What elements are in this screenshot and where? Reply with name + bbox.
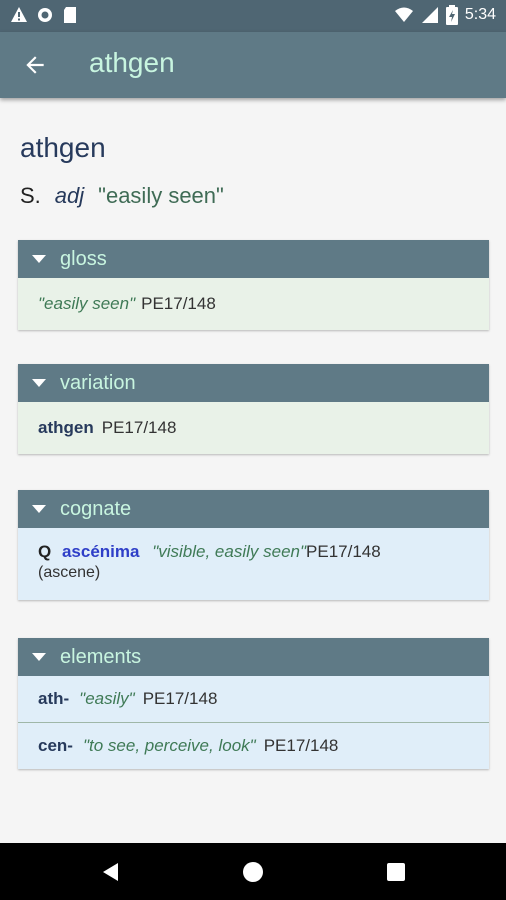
navigation-bar	[0, 843, 506, 900]
variation-section-label: variation	[60, 371, 136, 394]
variation-row: athgen PE17/148	[18, 402, 489, 454]
gloss-reference[interactable]: PE17/148	[141, 294, 216, 314]
element-reference[interactable]: PE17/148	[264, 736, 339, 756]
element-word[interactable]: ath-	[38, 689, 69, 709]
collapse-triangle-icon	[32, 653, 46, 661]
app-bar-title: athgen	[89, 47, 175, 78]
gloss-text: "easily seen"	[38, 294, 136, 313]
cognate-gloss: "visible, easily seen"	[152, 542, 307, 561]
cognate-section-label: cognate	[60, 497, 132, 520]
battery-icon	[445, 5, 458, 25]
entry-content: athgen S. adj "easily seen" gloss "easil…	[0, 98, 506, 843]
cognate-reference[interactable]: PE17/148	[306, 542, 381, 561]
gloss-section: gloss "easily seen" PE17/148	[18, 240, 489, 330]
warning-icon	[11, 7, 27, 22]
elements-section-label: elements	[60, 645, 142, 668]
variation-section-header[interactable]: variation	[18, 364, 489, 402]
variation-reference[interactable]: PE17/148	[102, 418, 177, 438]
gloss-section-label: gloss	[60, 247, 107, 270]
signal-icon	[421, 7, 438, 23]
cognate-word[interactable]: ascénima	[62, 542, 140, 561]
nav-back-icon[interactable]	[100, 861, 122, 883]
collapse-triangle-icon	[32, 505, 46, 513]
element-row[interactable]: cen- "to see, perceive, look" PE17/148	[18, 723, 489, 769]
app-bar: athgen	[0, 32, 506, 98]
nav-recents-icon[interactable]	[386, 861, 406, 883]
entry-part-of-speech: adj	[54, 183, 85, 208]
entry-gloss: "easily seen"	[98, 183, 224, 208]
cognate-language: Q	[38, 542, 52, 561]
cognate-note: (ascene)	[38, 564, 101, 581]
status-time: 5:34	[464, 6, 496, 23]
element-row[interactable]: ath- "easily" PE17/148	[18, 676, 489, 723]
element-reference[interactable]: PE17/148	[143, 689, 218, 709]
collapse-triangle-icon	[32, 379, 46, 387]
collapse-triangle-icon	[32, 255, 46, 263]
status-bar: 5:34	[0, 0, 506, 32]
sd-card-icon	[64, 7, 76, 23]
status-left-icons	[10, 6, 78, 24]
entry-language: S.	[20, 183, 41, 208]
variation-word[interactable]: athgen	[38, 418, 94, 438]
sync-circle-icon	[38, 8, 52, 22]
wifi-icon	[394, 7, 413, 22]
gloss-section-header[interactable]: gloss	[18, 240, 489, 278]
entry-word: athgen	[20, 132, 106, 163]
cognate-row: Q ascénima "visible, easily seen"PE17/14…	[38, 542, 469, 562]
element-gloss: "to see, perceive, look"	[82, 736, 256, 755]
nav-home-icon[interactable]	[242, 861, 264, 883]
element-word[interactable]: cen-	[38, 736, 73, 756]
variation-section: variation athgen PE17/148	[18, 364, 489, 454]
variation-section-body: athgen PE17/148	[18, 402, 489, 454]
elements-section-header[interactable]: elements	[18, 638, 489, 676]
back-arrow-icon[interactable]	[22, 52, 48, 78]
cognate-section-header[interactable]: cognate	[18, 490, 489, 528]
element-gloss: "easily"	[79, 689, 135, 708]
cognate-section-body: Q ascénima "visible, easily seen"PE17/14…	[18, 528, 489, 600]
status-right-icons: 5:34	[394, 5, 496, 25]
cognate-section: cognate Q ascénima "visible, easily seen…	[18, 490, 489, 600]
gloss-row: "easily seen" PE17/148	[18, 278, 489, 330]
entry-definition-line: S. adj "easily seen"	[20, 183, 224, 209]
gloss-section-body: "easily seen" PE17/148	[18, 278, 489, 330]
elements-section: elements ath- "easily" PE17/148 cen- "to…	[18, 638, 489, 769]
elements-section-body: ath- "easily" PE17/148 cen- "to see, per…	[18, 676, 489, 769]
